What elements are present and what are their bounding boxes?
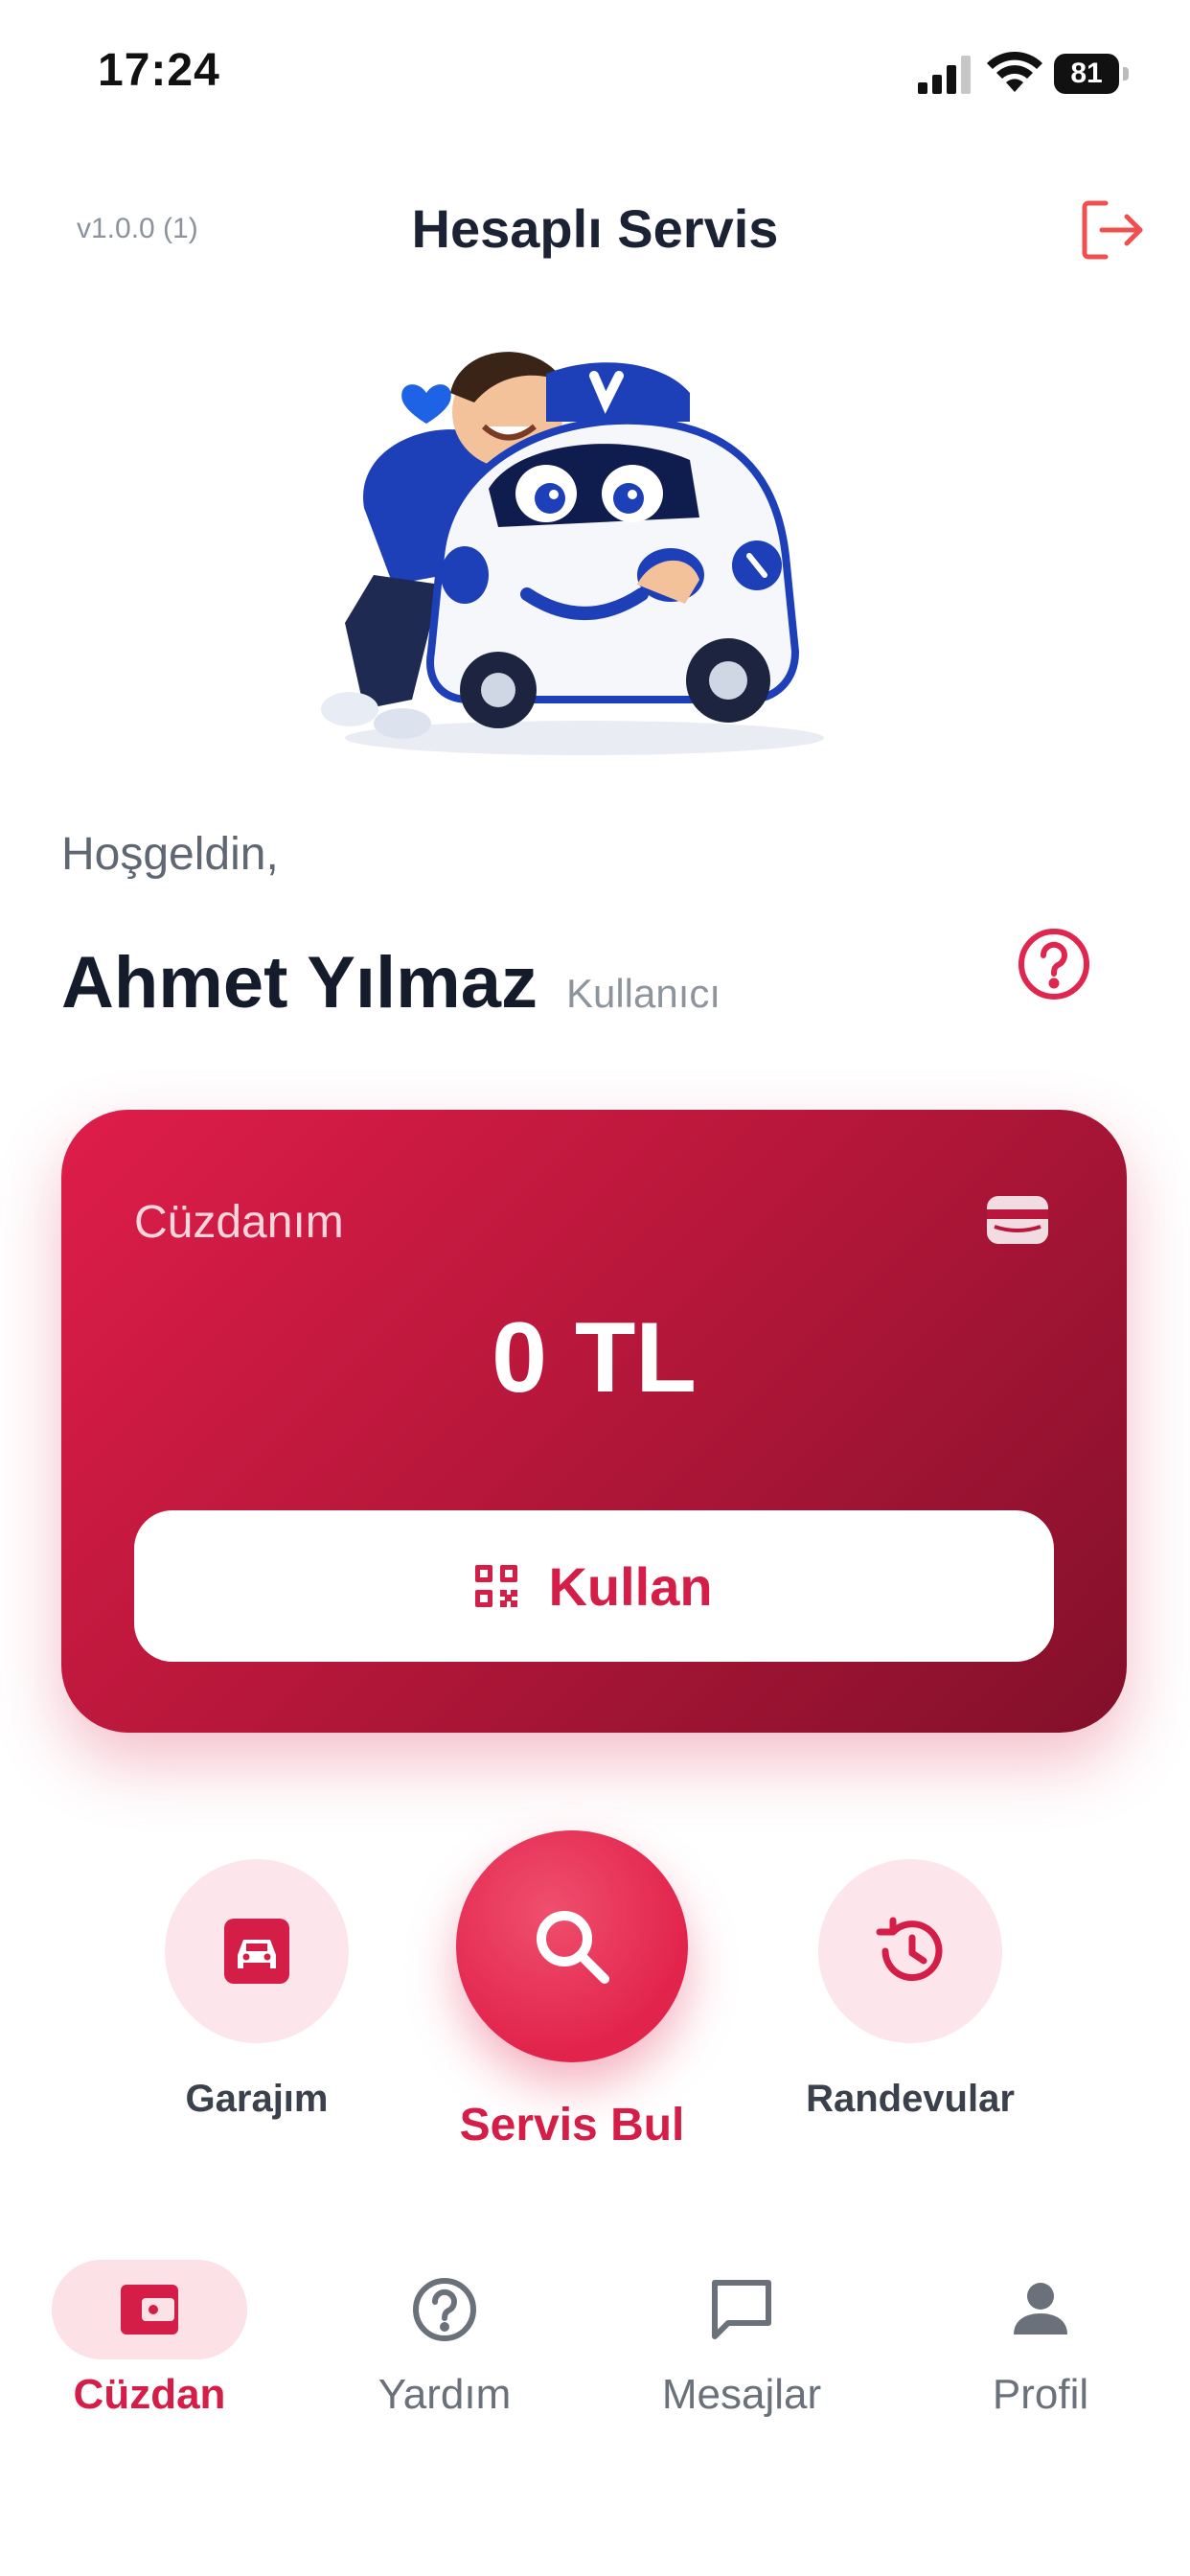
wallet-label: Cüzdanım [134,1197,344,1248]
appointments-button[interactable] [818,1859,1002,2043]
garage-button[interactable] [165,1859,349,2043]
user-name: Ahmet Yılmaz [61,942,538,1024]
car-icon [224,1919,289,1984]
user-info: Ahmet Yılmaz Kullanıcı [61,941,721,1024]
use-wallet-button[interactable]: Kullan [134,1510,1054,1662]
appointments-label: Randevular [806,2078,1015,2120]
status-time: 17:24 [98,45,220,96]
mascot-illustration [321,352,824,755]
history-icon [876,1917,943,1982]
wallet-icon[interactable] [115,2275,184,2344]
wallet-card: Cüzdanım 0 TL Kullan [61,1110,1127,1733]
logout-icon[interactable] [1077,196,1146,264]
page-title: Hesaplı Servis [411,198,779,259]
wifi-icon [987,52,1042,92]
user-role: Kullanıcı [565,971,721,1016]
wallet-balance: 0 TL [492,1302,697,1414]
battery-level: 81 [1054,54,1119,94]
search-icon [537,1911,609,1984]
cellular-signal-icon [918,56,971,94]
find-service-label[interactable]: Servis Bul [400,2099,744,2151]
garage-label: Garajım [185,2078,329,2120]
battery-indicator: 81 [1054,54,1129,94]
find-service-button[interactable] [456,1830,688,2062]
use-wallet-label: Kullan [548,1555,713,1617]
chat-icon[interactable] [707,2275,776,2344]
nav-item-help[interactable]: Yardım [301,2371,588,2419]
qr-code-icon [475,1565,518,1607]
help-icon[interactable] [410,2275,479,2344]
help-icon[interactable] [1016,926,1092,1002]
nav-item-messages[interactable]: Mesajlar [598,2371,885,2419]
nav-item-wallet[interactable]: Cüzdan [6,2371,293,2419]
person-icon[interactable] [1006,2275,1075,2344]
nav-item-profile[interactable]: Profil [897,2371,1184,2419]
welcome-text: Hoşgeldin, [61,829,279,880]
wallet-card-icon [987,1196,1048,1244]
battery-cap [1123,67,1129,80]
